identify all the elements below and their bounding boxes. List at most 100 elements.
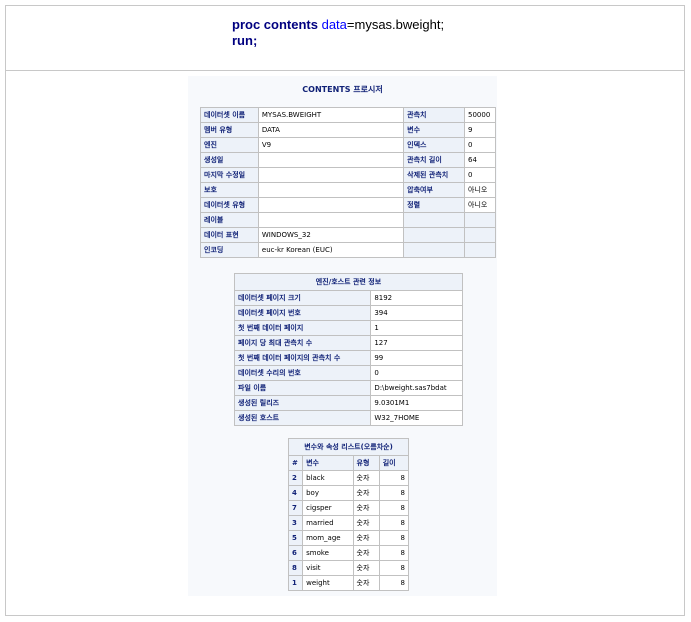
attribute-value: 아니오: [464, 197, 496, 213]
attribute-label: 데이터 표현: [200, 227, 259, 243]
attribute-value: 아니오: [464, 182, 496, 198]
variable-name: boy: [302, 485, 354, 501]
engine-value: 0: [370, 365, 463, 381]
variable-attributes-table: 변수와 속성 리스트(오름차순) # 변수 유형 길이 2 black 숫자 8 4 boy 숫자…: [287, 438, 410, 591]
engine-label: 첫 번째 데이터 페이지: [233, 320, 372, 336]
contents-row: 보호 압축여부 아니오: [200, 182, 496, 198]
engine-value: 8192: [370, 290, 463, 306]
attribute-value: 0: [464, 167, 496, 183]
variable-number: 4: [287, 485, 304, 501]
attribute-label: [403, 212, 465, 228]
variable-name: cigsper: [302, 500, 354, 516]
attribute-label: 관측치: [403, 107, 465, 123]
variable-type: 숫자: [352, 470, 380, 486]
variable-name: visit: [302, 560, 354, 576]
engine-row: 첫 번째 데이터 페이지의 관측치 수 99: [233, 350, 463, 366]
attribute-value: [257, 197, 405, 213]
engine-host-caption: 엔진/호스트 관련 정보: [234, 273, 463, 290]
attribute-label: 인코딩: [200, 242, 259, 258]
variable-length: 8: [378, 500, 410, 516]
contents-table: 데이터셋 이름 MYSAS.BWEIGHT 관측치 50000 멤버 유형 DATA 변수 9…: [200, 107, 496, 258]
attribute-label: 삭제된 관측치: [403, 167, 465, 183]
engine-row: 생성된 릴리즈 9.0301M1: [233, 395, 463, 411]
variable-row: 1 weight 숫자 8: [287, 575, 410, 591]
code-panel: proc contents data=mysas.bweight; run;: [6, 6, 684, 71]
attribute-label: 보호: [200, 182, 259, 198]
variable-attributes-caption: 변수와 속성 리스트(오름차순): [288, 438, 409, 455]
contents-row: 데이터셋 이름 MYSAS.BWEIGHT 관측치 50000: [200, 107, 496, 123]
contents-row: 멤버 유형 DATA 변수 9: [200, 122, 496, 138]
attribute-value: [257, 152, 405, 168]
attribute-value: MYSAS.BWEIGHT: [257, 107, 405, 123]
attribute-label: 압축여부: [403, 182, 465, 198]
variable-length: 8: [378, 515, 410, 531]
variable-number: 1: [287, 575, 304, 591]
variable-row: 6 smoke 숫자 8: [287, 545, 410, 561]
attribute-value: [257, 212, 405, 228]
variable-length: 8: [378, 575, 410, 591]
engine-value: 127: [370, 335, 463, 351]
engine-label: 데이터셋 페이지 번호: [233, 305, 372, 321]
column-header: 변수: [302, 455, 354, 471]
engine-value: W32_7HOME: [370, 410, 463, 426]
engine-row: 첫 번째 데이터 페이지 1: [233, 320, 463, 336]
code-value: =mysas.bweight;: [346, 17, 445, 32]
attribute-value: V9: [257, 137, 405, 153]
attribute-label: 정렬: [403, 197, 465, 213]
engine-value: 394: [370, 305, 463, 321]
attribute-label: 멤버 유형: [200, 122, 259, 138]
attribute-label: [403, 242, 465, 258]
attribute-label: 관측치 길이: [403, 152, 465, 168]
attribute-value: [464, 242, 496, 258]
engine-host-table: 엔진/호스트 관련 정보 데이터셋 페이지 크기 8192 데이터셋 페이지 번호 3…: [233, 273, 463, 426]
variable-type: 숫자: [352, 560, 380, 576]
procedure-title: CONTENTS 프로시저: [302, 85, 383, 94]
variable-name: smoke: [302, 545, 354, 561]
attribute-value: [464, 227, 496, 243]
variable-number: 6: [287, 545, 304, 561]
sas-code: proc contents data=mysas.bweight; run;: [232, 17, 444, 49]
attribute-label: 데이터셋 이름: [200, 107, 259, 123]
variable-row: 8 visit 숫자 8: [287, 560, 410, 576]
variable-number: 7: [287, 500, 304, 516]
engine-label: 데이터셋 페이지 크기: [233, 290, 372, 306]
attribute-value: 50000: [464, 107, 496, 123]
contents-row: 데이터 표현 WINDOWS_32: [200, 227, 496, 243]
contents-row: 마지막 수정일 삭제된 관측치 0: [200, 167, 496, 183]
engine-label: 데이터셋 수리의 번호: [233, 365, 372, 381]
code-keyword-run: run;: [232, 33, 258, 48]
variable-row: 7 cigsper 숫자 8: [287, 500, 410, 516]
variable-type: 숫자: [352, 515, 380, 531]
variable-name: black: [302, 470, 354, 486]
engine-row: 페이지 당 최대 관측치 수 127: [233, 335, 463, 351]
variable-length: 8: [378, 470, 410, 486]
attribute-value: 0: [464, 137, 496, 153]
attribute-value: WINDOWS_32: [257, 227, 405, 243]
attribute-value: [464, 212, 496, 228]
engine-row: 데이터셋 페이지 번호 394: [233, 305, 463, 321]
contents-row: 레이블: [200, 212, 496, 228]
engine-label: 첫 번째 데이터 페이지의 관측치 수: [233, 350, 372, 366]
engine-value: 99: [370, 350, 463, 366]
engine-row: 데이터셋 페이지 크기 8192: [233, 290, 463, 306]
column-header: #: [287, 455, 304, 471]
engine-value: 1: [370, 320, 463, 336]
engine-row: 생성된 호스트 W32_7HOME: [233, 410, 463, 426]
contents-row: 생성일 관측치 길이 64: [200, 152, 496, 168]
attribute-value: 9: [464, 122, 496, 138]
attribute-label: 인덱스: [403, 137, 465, 153]
attribute-value: [257, 167, 405, 183]
attribute-label: [403, 227, 465, 243]
variable-row: 3 married 숫자 8: [287, 515, 410, 531]
variable-length: 8: [378, 485, 410, 501]
variable-row: 4 boy 숫자 8: [287, 485, 410, 501]
variable-row: 2 black 숫자 8: [287, 470, 410, 486]
engine-label: 생성된 릴리즈: [233, 395, 372, 411]
code-option: data: [321, 17, 347, 32]
variable-number: 5: [287, 530, 304, 546]
engine-row: 파일 이름 D:\bweight.sas7bdat: [233, 380, 463, 396]
code-line-1: proc contents data=mysas.bweight;: [232, 17, 444, 33]
attribute-label: 변수: [403, 122, 465, 138]
engine-row: 데이터셋 수리의 번호 0: [233, 365, 463, 381]
sas-output-panel: CONTENTS 프로시저 데이터셋 이름 MYSAS.BWEIGHT 관측치 500…: [188, 76, 497, 596]
